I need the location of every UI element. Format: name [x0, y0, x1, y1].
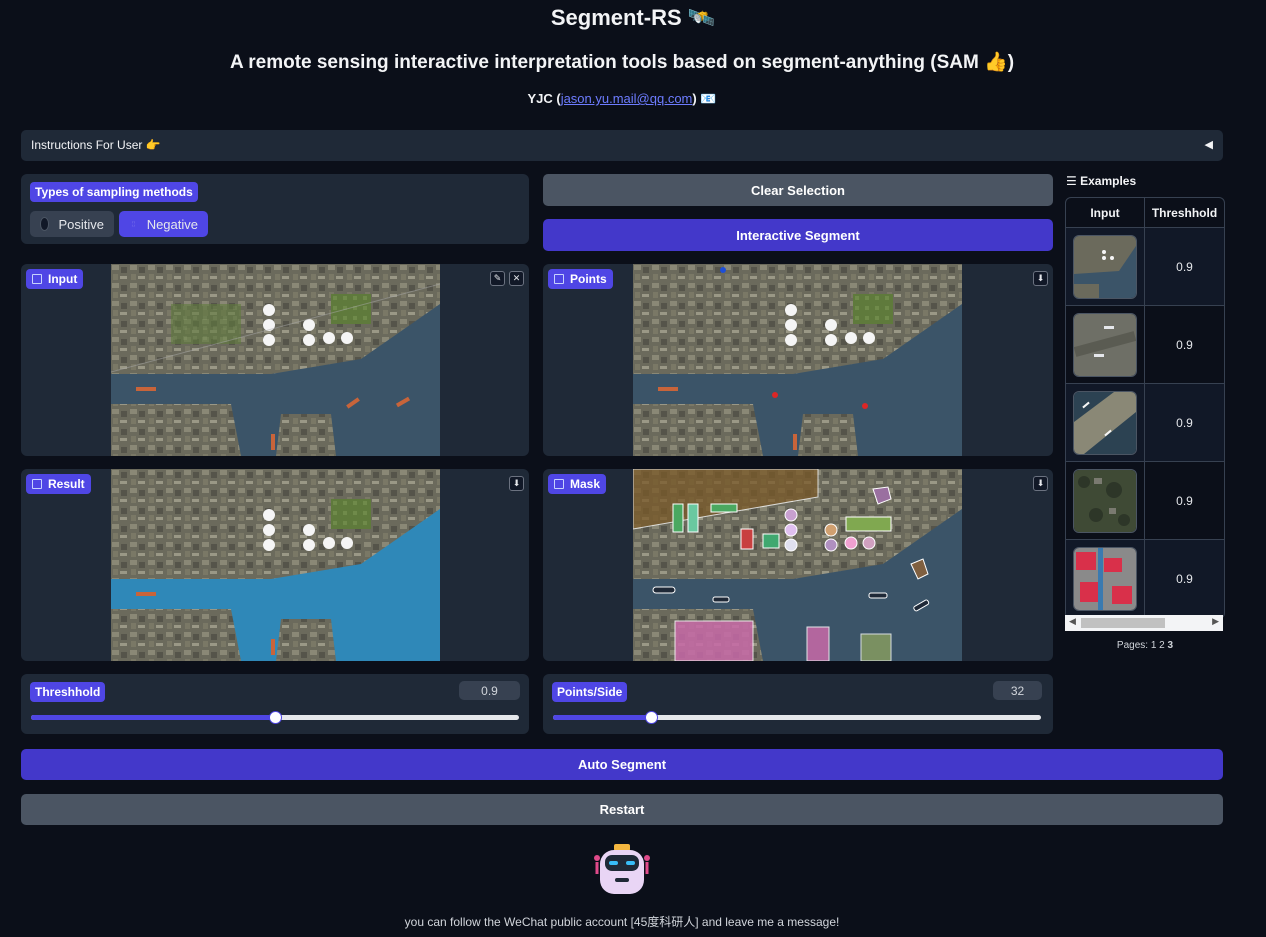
- download-icon[interactable]: ⬇: [1033, 271, 1048, 286]
- example-threshold: 0.9: [1176, 415, 1193, 430]
- result-label-text: Result: [48, 477, 85, 491]
- instructions-accordion[interactable]: Instructions For User 👉 ◀: [21, 130, 1223, 161]
- example-thumbnail[interactable]: [1073, 546, 1137, 611]
- mask-panel-label: Mask: [548, 474, 607, 494]
- mask-label-text: Mask: [570, 477, 601, 491]
- scroll-right-icon[interactable]: ▶: [1212, 616, 1219, 627]
- example-thumbnail[interactable]: [1073, 468, 1137, 533]
- footer-message: you can follow the WeChat public account…: [404, 915, 840, 929]
- page-link[interactable]: 3: [1168, 640, 1174, 651]
- app-title: Segment-RS 🛰️: [550, 5, 716, 30]
- radio-positive[interactable]: Positive: [30, 211, 114, 237]
- scrollbar-thumb[interactable]: [1081, 618, 1165, 628]
- segmentation-result-image: [111, 469, 440, 661]
- result-panel-label: Result: [26, 474, 91, 494]
- radio-positive-label: Positive: [58, 216, 104, 232]
- points-side-number-input[interactable]: 32: [993, 681, 1042, 700]
- points-side-label: Points/Side: [552, 682, 628, 702]
- example-threshold: 0.9: [1176, 571, 1193, 586]
- threshold-slider-panel: Threshhold 0.9: [21, 674, 529, 734]
- clear-selection-button[interactable]: Clear Selection: [543, 174, 1053, 206]
- mask-overlay-image: [633, 469, 962, 661]
- threshold-slider-handle[interactable]: [269, 711, 282, 724]
- pages-label: Pages:: [1116, 640, 1149, 651]
- app-subtitle: A remote sensing interactive interpretat…: [229, 52, 1015, 73]
- points-side-slider-fill: [553, 715, 651, 720]
- robot-mascot-icon: [594, 844, 650, 894]
- collapse-triangle-icon[interactable]: ◀: [1205, 138, 1213, 151]
- radio-negative-label: Negative: [146, 216, 198, 232]
- example-threshold: 0.9: [1176, 259, 1193, 274]
- negative-point-marker: [772, 392, 778, 398]
- examples-horizontal-scrollbar[interactable]: ◀ ▶: [1065, 615, 1223, 631]
- edit-icon[interactable]: ✎: [490, 271, 505, 286]
- points-panel-label: Points: [548, 269, 613, 289]
- input-panel-label: Input: [26, 269, 84, 289]
- threshold-slider-fill: [31, 715, 275, 720]
- scroll-left-icon[interactable]: ◀: [1069, 616, 1076, 627]
- example-row[interactable]: 0.9: [1066, 384, 1224, 462]
- author-line: YJC (jason.yu.mail@qq.com) 📧: [0, 91, 1244, 107]
- result-image-panel[interactable]: Result ⬇: [21, 469, 529, 661]
- example-row[interactable]: 0.9: [1066, 540, 1224, 618]
- example-row[interactable]: 0.9: [1066, 462, 1224, 540]
- threshold-number-input[interactable]: 0.9: [459, 681, 520, 700]
- example-threshold: 0.9: [1176, 337, 1193, 352]
- download-icon[interactable]: ⬇: [1033, 476, 1048, 491]
- image-icon: [32, 274, 42, 284]
- examples-table: Input Threshhold 0.9 0.9 0.9 0.9 0.9: [1065, 197, 1225, 619]
- input-label-text: Input: [48, 272, 78, 286]
- radio-negative[interactable]: Negative: [119, 211, 208, 237]
- threshold-slider[interactable]: [31, 711, 519, 724]
- positive-point-marker: [720, 267, 726, 273]
- sampling-label: Types of sampling methods: [30, 182, 198, 202]
- points-image-panel[interactable]: Points ⬇: [543, 264, 1053, 456]
- points-side-slider-handle[interactable]: [644, 711, 658, 724]
- image-icon: [554, 479, 564, 489]
- example-thumbnail[interactable]: [1073, 312, 1137, 377]
- download-icon[interactable]: ⬇: [509, 476, 524, 491]
- example-thumbnail[interactable]: [1073, 390, 1137, 455]
- satellite-image-with-points: [633, 264, 962, 456]
- examples-rows: 0.9 0.9 0.9 0.9 0.9: [1066, 228, 1224, 618]
- interactive-segment-button[interactable]: Interactive Segment: [543, 219, 1053, 251]
- negative-point-marker: [862, 403, 868, 409]
- examples-pagination: Pages: 1 2 3: [1066, 640, 1224, 651]
- page-link[interactable]: 2: [1159, 640, 1165, 651]
- satellite-image: [111, 264, 440, 456]
- points-side-slider-panel: Points/Side 32: [543, 674, 1053, 734]
- image-icon: [554, 274, 564, 284]
- points-side-slider[interactable]: [553, 711, 1041, 724]
- points-label-text: Points: [570, 272, 607, 286]
- example-threshold: 0.9: [1176, 493, 1193, 508]
- mask-image-panel[interactable]: Mask ⬇: [543, 469, 1053, 661]
- author-prefix: YJC (: [527, 91, 561, 106]
- example-row[interactable]: 0.9: [1066, 306, 1224, 384]
- image-icon: [32, 479, 42, 489]
- radio-negative-circle: [129, 218, 138, 230]
- examples-header: ☰ Examples: [1066, 174, 1137, 188]
- example-thumbnail[interactable]: [1073, 234, 1137, 299]
- close-icon[interactable]: ✕: [509, 271, 524, 286]
- input-image-panel[interactable]: Input ✎ ✕: [21, 264, 529, 456]
- example-row[interactable]: 0.9: [1066, 228, 1224, 306]
- column-header-input: Input: [1066, 198, 1145, 227]
- threshold-label: Threshhold: [30, 682, 106, 702]
- auto-segment-button[interactable]: Auto Segment: [21, 749, 1223, 780]
- author-email-link[interactable]: jason.yu.mail@qq.com: [561, 91, 693, 106]
- examples-table-header: Input Threshhold: [1066, 198, 1224, 228]
- radio-positive-circle: [40, 217, 50, 231]
- restart-button[interactable]: Restart: [21, 794, 1223, 825]
- page-link[interactable]: 1: [1151, 640, 1157, 651]
- column-header-threshold: Threshhold: [1151, 205, 1218, 220]
- author-suffix: ) 📧: [692, 91, 717, 106]
- sampling-panel: Types of sampling methods Positive Negat…: [21, 174, 529, 244]
- instructions-label: Instructions For User 👉: [31, 138, 161, 152]
